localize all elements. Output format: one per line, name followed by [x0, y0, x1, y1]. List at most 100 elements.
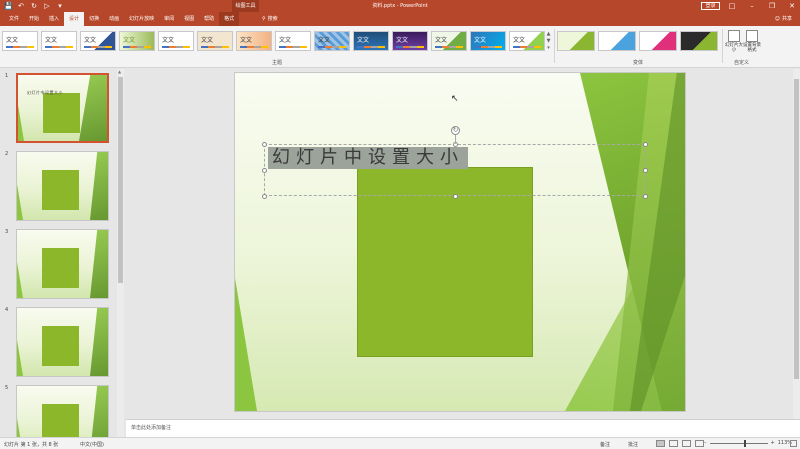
slide-decoration [235, 278, 257, 411]
slideshow-view-icon[interactable] [695, 440, 704, 447]
restore-icon[interactable]: ❐ [768, 0, 776, 12]
theme-thumb-label: 文文 [318, 37, 331, 44]
theme-thumb[interactable]: 文文 [80, 31, 116, 51]
normal-view-icon[interactable] [656, 440, 665, 447]
theme-thumb[interactable]: 文文 [353, 31, 389, 51]
theme-thumb[interactable]: 文文 [314, 31, 350, 51]
zoom-out-icon[interactable]: – [704, 440, 707, 446]
tab-8[interactable]: 视图 [179, 12, 199, 26]
scroll-thumb[interactable] [794, 79, 799, 379]
themes-group-label: 主题 [272, 60, 283, 66]
theme-gallery-scroll: ▲ ▼ ▾ [545, 31, 552, 53]
language-indicator[interactable]: 中文(中国) [80, 441, 104, 448]
variant-thumb[interactable] [557, 31, 595, 51]
theme-thumb[interactable]: 文文 [158, 31, 194, 51]
customize-qat-icon[interactable]: ▾ [56, 1, 64, 11]
canvas-scrollbar[interactable] [793, 69, 800, 419]
gallery-more-icon[interactable]: ▾ [545, 45, 552, 52]
rotate-stem [455, 135, 456, 144]
zoom-slider[interactable] [709, 439, 768, 447]
thumbnail-green-square [43, 93, 80, 133]
theme-thumb[interactable]: 文文 [509, 31, 545, 51]
tab-3[interactable]: 设计 [64, 12, 85, 26]
undo-icon[interactable]: ↶ [17, 1, 25, 11]
theme-color-bar [45, 46, 73, 48]
resize-handle[interactable] [643, 194, 648, 199]
notes-pane[interactable]: 单击此处添加备注 [126, 419, 800, 437]
save-icon[interactable]: 💾 [4, 1, 13, 11]
rotate-handle-icon[interactable]: ↻ [451, 126, 460, 135]
resize-handle[interactable] [262, 194, 267, 199]
tell-me-search[interactable]: ⚲ 搜索 [262, 12, 278, 26]
theme-thumb-label: 文文 [279, 37, 292, 44]
theme-thumb[interactable]: 文文 [197, 31, 233, 51]
slide-thumbnail[interactable] [16, 229, 109, 299]
share-button[interactable]: ☺ 共享 [775, 12, 792, 26]
theme-thumb[interactable]: 文文 [236, 31, 272, 51]
tab-4[interactable]: 切换 [84, 12, 104, 26]
tab-2[interactable]: 插入 [44, 12, 64, 26]
tab-9[interactable]: 帮助 [199, 12, 219, 26]
redo-icon[interactable]: ↻ [30, 1, 38, 11]
tab-7[interactable]: 审阅 [159, 12, 179, 26]
tab-6[interactable]: 幻灯片放映 [124, 12, 159, 26]
comments-toggle-button[interactable]: 批注 [628, 441, 638, 448]
drawing-tools-context-header: 绘图工具 [232, 0, 259, 12]
thumbnail-scrollbar[interactable]: ▲ [117, 69, 124, 437]
reading-view-icon[interactable] [682, 440, 691, 447]
theme-color-bar [474, 46, 502, 48]
tab-5[interactable]: 动画 [104, 12, 124, 26]
fit-slide-icon[interactable] [790, 440, 797, 447]
gallery-up-icon[interactable]: ▲ [545, 31, 552, 38]
slide-thumbnail-pane: ▲ 1 幻灯片中设置大小 2 3 4 5 [0, 69, 126, 437]
theme-thumb[interactable]: 文文 [119, 31, 155, 51]
resize-handle[interactable] [262, 168, 267, 173]
format-background-button[interactable]: 设置背景格式 [742, 30, 762, 53]
close-icon[interactable]: ✕ [788, 0, 796, 12]
scroll-up-icon[interactable]: ▲ [118, 69, 121, 74]
theme-thumb[interactable]: 文文 [2, 31, 38, 51]
theme-thumb[interactable]: 文文 [275, 31, 311, 51]
variant-thumb[interactable] [639, 31, 677, 51]
resize-handle[interactable] [643, 142, 648, 147]
theme-thumb[interactable]: 文文 [41, 31, 77, 51]
variant-thumb[interactable] [680, 31, 718, 51]
theme-thumb[interactable]: 文文 [431, 31, 467, 51]
current-slide[interactable]: ↻ 幻灯片中设置大小 ↖ [235, 73, 685, 411]
scroll-thumb[interactable] [118, 77, 123, 283]
tab-0[interactable]: 文件 [4, 12, 24, 26]
resize-handle[interactable] [262, 142, 267, 147]
slide-size-label: 幻灯片大小 [725, 43, 743, 53]
theme-color-bar [240, 46, 268, 48]
slide-title-text[interactable]: 幻灯片中设置大小 [268, 147, 468, 169]
theme-color-bar [6, 46, 34, 48]
slide-thumbnail[interactable]: 幻灯片中设置大小 [16, 73, 109, 143]
slide-size-button[interactable]: 幻灯片大小 [724, 30, 744, 53]
variant-thumb[interactable] [598, 31, 636, 51]
login-button[interactable]: 登录 [701, 2, 720, 10]
lightbulb-icon: ⚲ [262, 16, 266, 22]
slide-sorter-view-icon[interactable] [669, 440, 678, 447]
variant-gallery [557, 31, 718, 51]
ribbon-display-icon[interactable]: □ [728, 0, 736, 12]
resize-handle[interactable] [453, 194, 458, 199]
theme-color-bar [357, 46, 385, 48]
minimize-icon[interactable]: – [748, 0, 756, 12]
slide-thumbnail[interactable] [16, 151, 109, 221]
variants-group-label: 变体 [633, 60, 644, 66]
zoom-slider-knob[interactable] [744, 439, 747, 447]
resize-handle[interactable] [643, 168, 648, 173]
document-title: 资料.pptx - PowerPoint [372, 3, 428, 9]
tab-1[interactable]: 开始 [24, 12, 44, 26]
zoom-in-icon[interactable]: + [771, 440, 775, 446]
slide-thumbnail[interactable] [16, 307, 109, 377]
theme-color-bar [123, 46, 151, 48]
start-from-beginning-icon[interactable]: ▷ [43, 1, 51, 11]
notes-toggle-button[interactable]: 备注 [600, 441, 610, 448]
quick-access-toolbar: 💾 ↶ ↻ ▷ ▾ [4, 1, 64, 11]
gallery-down-icon[interactable]: ▼ [545, 38, 552, 45]
theme-thumb[interactable]: 文文 [470, 31, 506, 51]
slide-thumbnail[interactable] [16, 385, 109, 437]
tab-10[interactable]: 格式 [219, 12, 240, 26]
theme-thumb[interactable]: 文文 [392, 31, 428, 51]
